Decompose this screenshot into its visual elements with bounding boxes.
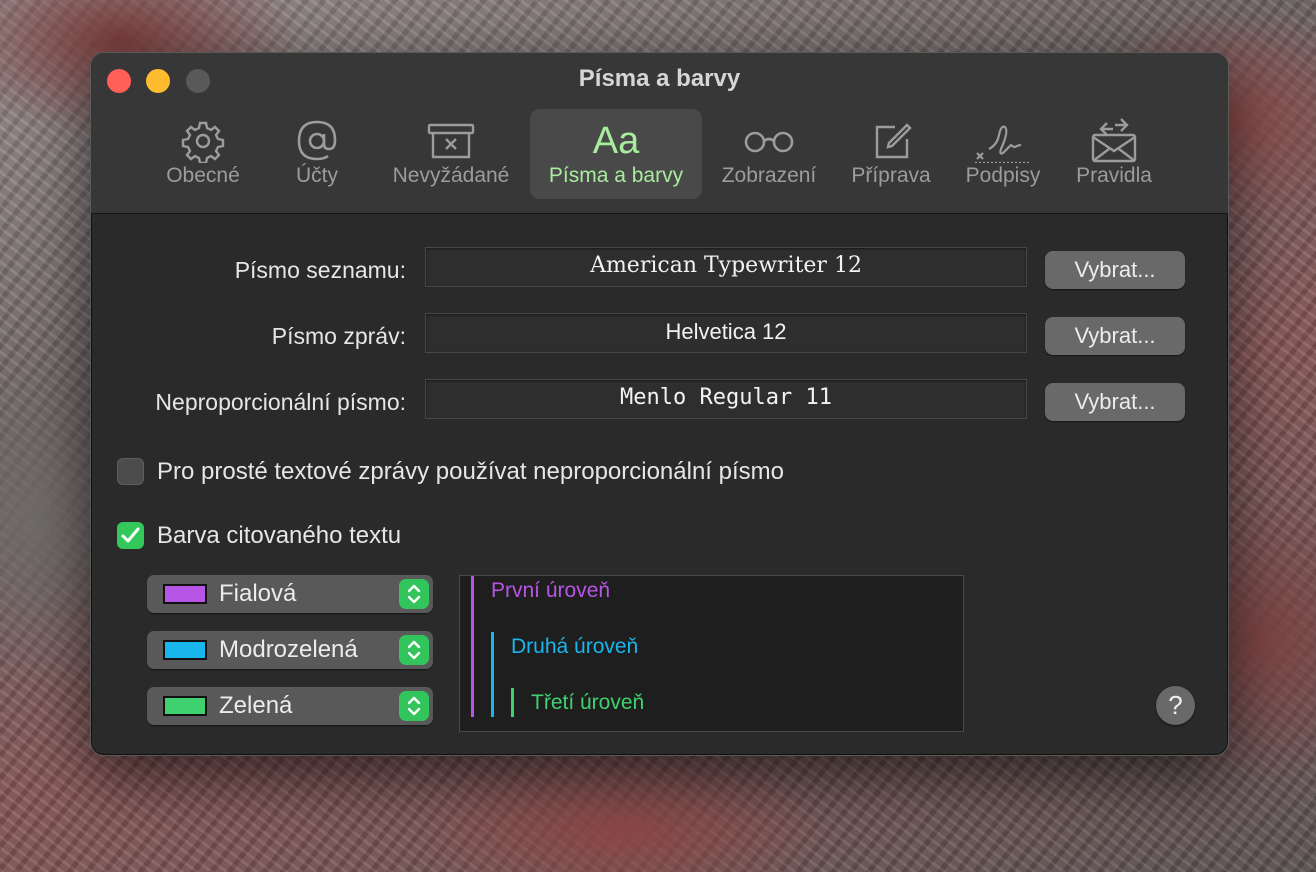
color-quoted-label[interactable]: Barva citovaného textu (157, 522, 401, 550)
list-font-field: American Typewriter 12 (425, 247, 1027, 287)
tab-signatures[interactable]: Podpisy (953, 109, 1053, 199)
message-font-label: Písmo zpráv: (271, 323, 406, 349)
fixed-font-label: Neproporcionální písmo: (155, 389, 406, 415)
message-font-field: Helvetica 12 (425, 313, 1027, 353)
glasses-icon (711, 117, 827, 165)
quote-bar-level-2 (491, 632, 494, 717)
gear-icon (153, 117, 253, 165)
popup-label: Fialová (219, 580, 297, 607)
quote-color-popup-1[interactable]: Fialová (147, 575, 433, 613)
quote-bar-level-3 (511, 688, 514, 717)
fonts-icon: Aa (530, 117, 702, 165)
checkmark-icon (121, 527, 140, 543)
quote-color-popup-3[interactable]: Zelená (147, 687, 433, 725)
preferences-window: Písma a barvy Obecné Účty Nevyžádané Aa … (90, 52, 1229, 756)
fixed-font-field: Menlo Regular 11 (425, 379, 1027, 419)
fonts-icon-text: Aa (592, 119, 640, 162)
chevron-updown-icon (399, 635, 429, 665)
tab-rules[interactable]: Pravidla (1063, 109, 1165, 199)
signature-icon (953, 117, 1053, 165)
color-quoted-checkbox[interactable] (117, 522, 144, 549)
tab-composing[interactable]: Příprava (839, 109, 943, 199)
use-fixed-width-checkbox[interactable] (117, 458, 144, 485)
select-list-font-button[interactable]: Vybrat... (1045, 251, 1185, 289)
color-swatch (163, 696, 207, 716)
list-font-label: Písmo seznamu: (234, 257, 406, 283)
tab-general[interactable]: Obecné (153, 109, 253, 199)
tab-accounts[interactable]: Účty (267, 109, 367, 199)
tab-fonts-colors[interactable]: Aa Písma a barvy (530, 109, 702, 199)
select-fixed-font-button[interactable]: Vybrat... (1045, 383, 1185, 421)
tab-junk[interactable]: Nevyžádané (381, 109, 521, 199)
preferences-toolbar: Obecné Účty Nevyžádané Aa Písma a barvy … (91, 109, 1228, 201)
tab-general-label: Obecné (166, 164, 240, 187)
tab-viewing[interactable]: Zobrazení (711, 109, 827, 199)
window-title: Písma a barvy (578, 65, 741, 92)
tab-accounts-label: Účty (296, 164, 338, 187)
junk-icon (381, 117, 521, 165)
tab-composing-label: Příprava (851, 164, 931, 187)
tab-rules-label: Pravidla (1076, 164, 1152, 187)
tab-viewing-label: Zobrazení (721, 164, 817, 187)
at-icon (267, 117, 367, 165)
chevron-updown-icon (399, 691, 429, 721)
tab-signatures-label: Podpisy (965, 164, 1041, 187)
select-message-font-button[interactable]: Vybrat... (1045, 317, 1185, 355)
quote-color-popup-2[interactable]: Modrozelená (147, 631, 433, 669)
quote-level-2: Druhá úroveň (511, 635, 639, 658)
popup-label: Zelená (219, 692, 293, 719)
color-swatch (163, 584, 207, 604)
rules-icon (1063, 117, 1165, 165)
quote-preview: První úroveň Druhá úroveň Třetí úroveň (459, 575, 964, 732)
tab-junk-label: Nevyžádané (392, 164, 510, 187)
color-swatch (163, 640, 207, 660)
popup-label: Modrozelená (219, 636, 358, 663)
quote-bar-level-1 (471, 576, 474, 717)
titlebar: Písma a barvy Obecné Účty Nevyžádané Aa … (91, 53, 1228, 214)
compose-icon (839, 117, 943, 165)
quote-level-3: Třetí úroveň (531, 691, 645, 714)
chevron-updown-icon (399, 579, 429, 609)
quote-level-1: První úroveň (491, 579, 611, 602)
fonts-colors-pane: Písmo seznamu: American Typewriter 12 Vy… (91, 214, 1228, 755)
use-fixed-width-label[interactable]: Pro prosté textové zprávy používat nepro… (157, 458, 784, 486)
tab-fonts-colors-label: Písma a barvy (548, 164, 684, 187)
help-button[interactable]: ? (1156, 686, 1195, 725)
